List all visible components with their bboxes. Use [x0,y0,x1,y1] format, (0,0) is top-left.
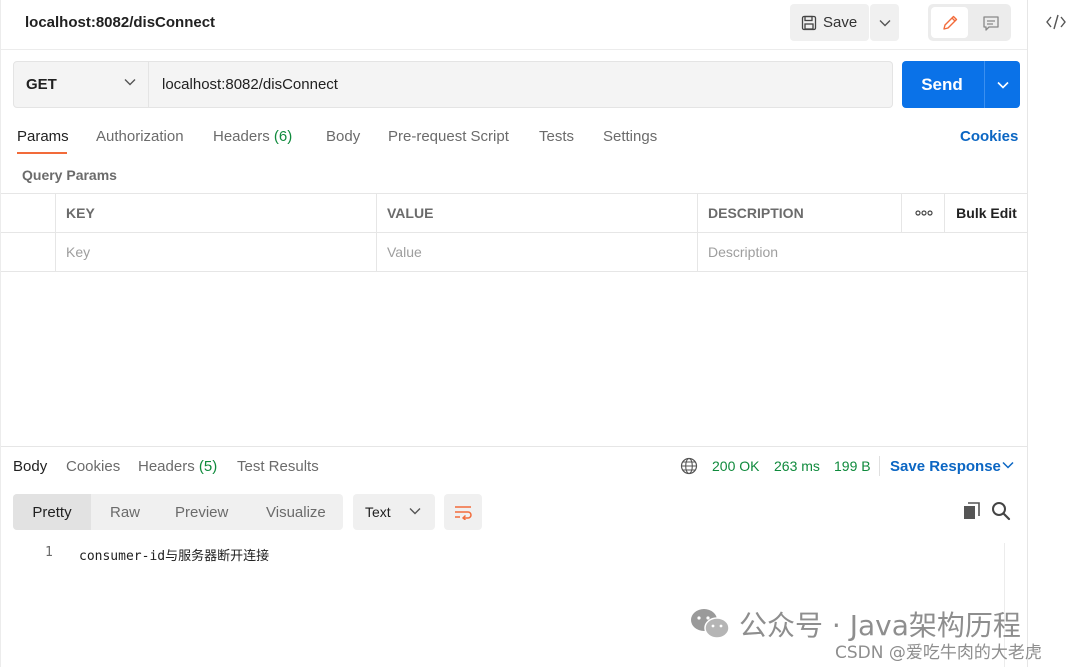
response-tab-headers[interactable]: Headers (5) [138,458,217,475]
wrap-lines-icon [455,506,472,520]
format-raw[interactable]: Raw [110,494,140,530]
row-checkbox-cell [1,233,56,271]
key-column-header: KEY [55,194,377,232]
chevron-down-icon[interactable] [1002,461,1014,469]
response-size[interactable]: 199 B [834,458,871,474]
cookies-link[interactable]: Cookies [960,128,1018,145]
save-button[interactable]: Save [790,4,869,41]
active-tab-indicator [17,152,67,154]
more-options-button[interactable] [901,194,945,232]
query-params-table: KEY VALUE DESCRIPTION Bulk Edit Key Valu… [1,193,1028,272]
more-dots-icon [914,210,933,216]
tab-body[interactable]: Body [326,128,360,145]
response-tab-cookies[interactable]: Cookies [66,458,120,475]
status-code[interactable]: 200 OK [712,458,759,474]
edit-pencil-icon [942,15,957,30]
content-type-select[interactable]: Text [353,494,435,530]
tab-tests[interactable]: Tests [539,128,574,145]
checkbox-column-header [1,194,56,232]
wechat-icon [691,609,730,639]
table-header-row: KEY VALUE DESCRIPTION Bulk Edit [1,194,1028,233]
save-response-button[interactable]: Save Response [890,458,1001,475]
view-mode-toggle [928,4,1011,41]
chevron-down-icon [409,508,421,515]
content-type-label: Text [365,504,391,520]
format-pretty[interactable]: Pretty [13,494,91,530]
globe-icon[interactable] [680,457,698,475]
request-header: localhost:8082/disConnect Save [1,0,1027,50]
request-editor: localhost:8082/disConnect Save GET local… [0,0,1028,667]
key-input[interactable]: Key [55,233,377,271]
table-row: Key Value Description [1,233,1028,272]
tab-headers[interactable]: Headers (6) [213,128,292,145]
method-label: GET [26,76,57,93]
response-headers-count: (5) [198,458,218,475]
request-title[interactable]: localhost:8082/disConnect [25,14,215,31]
bulk-edit-button[interactable]: Bulk Edit [944,194,1028,232]
save-options-button[interactable] [870,4,899,41]
response-body-line[interactable]: consumer-id与服务器断开连接 [79,545,269,564]
copy-icon[interactable] [963,502,981,520]
chevron-down-icon [996,81,1009,89]
save-label: Save [823,14,858,31]
search-icon[interactable] [991,501,1011,521]
tab-params[interactable]: Params [17,128,69,145]
send-options-button[interactable] [985,61,1020,108]
right-sidebar [1028,0,1080,667]
chevron-down-icon [879,19,890,26]
edit-mode-button[interactable] [931,7,968,38]
send-button-group: Send [902,61,1020,108]
query-params-label: Query Params [22,167,117,183]
response-divider[interactable] [1,446,1028,447]
wrap-lines-button[interactable] [444,494,482,530]
tab-settings[interactable]: Settings [603,128,657,145]
tab-authorization[interactable]: Authorization [96,128,184,145]
value-input[interactable]: Value [376,233,698,271]
status-divider [879,456,880,476]
description-input[interactable]: Description [697,233,1028,271]
comment-icon [982,15,999,31]
save-icon [801,15,817,30]
url-input[interactable] [149,61,893,108]
line-number: 1 [45,545,53,560]
value-column-header: VALUE [376,194,698,232]
response-headers-label: Headers [138,458,195,475]
headers-count: (6) [273,128,293,145]
response-tab-test-results[interactable]: Test Results [237,458,319,475]
method-select[interactable]: GET [13,61,149,108]
format-preview[interactable]: Preview [175,494,228,530]
response-tab-body[interactable]: Body [13,458,47,475]
comments-mode-button[interactable] [972,7,1009,38]
tab-pre-request-script[interactable]: Pre-request Script [388,128,509,145]
body-format-tabs: Pretty Raw Preview Visualize [13,494,343,530]
csdn-watermark: CSDN @爱吃牛肉的大老虎 [835,643,1042,663]
send-button[interactable]: Send [902,61,982,108]
tab-headers-label: Headers [213,128,270,145]
chevron-down-icon [124,79,136,86]
format-visualize[interactable]: Visualize [266,494,326,530]
code-icon[interactable] [1045,12,1067,32]
response-time[interactable]: 263 ms [774,458,820,474]
description-column-header: DESCRIPTION [697,194,902,232]
